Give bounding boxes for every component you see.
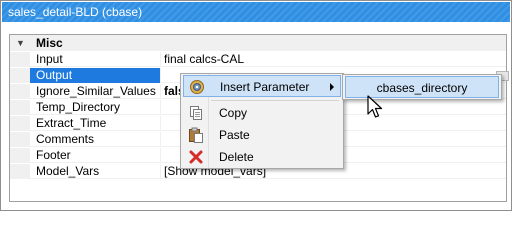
collapse-chevron-icon[interactable]: ▼ [16,35,25,51]
submenu-item-label: cbases_directory [376,81,468,95]
menu-item-label: Copy [219,106,248,120]
property-name: Comments [30,132,161,147]
mouse-cursor-icon [367,95,385,121]
property-name: Ignore_Similar_Values [30,84,161,99]
paste-icon [188,127,204,143]
menu-item-label: Delete [219,150,254,164]
menu-separator [211,100,339,101]
property-name: Output [30,68,161,83]
property-row-input[interactable]: Input final calcs-CAL [10,52,506,67]
delete-icon [188,149,204,165]
menu-item-delete[interactable]: Delete [183,146,341,168]
menu-item-paste[interactable]: Paste [183,124,341,146]
property-name: Extract_Time [30,116,161,131]
window-title: sales_detail-BLD (cbase) [2,2,510,22]
property-value[interactable]: final calcs-CAL [162,52,506,67]
category-label: Misc [36,36,63,50]
property-name: Input [30,52,161,67]
property-name: Footer [30,148,161,163]
context-menu: Insert Parameter Copy Paste Delete [180,73,344,169]
insert-parameter-submenu: cbases_directory [342,74,502,100]
menu-item-label: Insert Parameter [220,80,310,94]
menu-item-label: Paste [219,128,250,142]
property-name: Temp_Directory [30,100,161,115]
menu-item-insert-parameter[interactable]: Insert Parameter [183,75,341,97]
gear-icon [189,79,205,95]
menu-item-copy[interactable]: Copy [183,102,341,124]
category-row-misc[interactable]: ▼ Misc [10,35,506,51]
property-name: Model_Vars [30,164,161,179]
submenu-arrow-icon [330,83,334,91]
copy-icon [188,105,204,121]
